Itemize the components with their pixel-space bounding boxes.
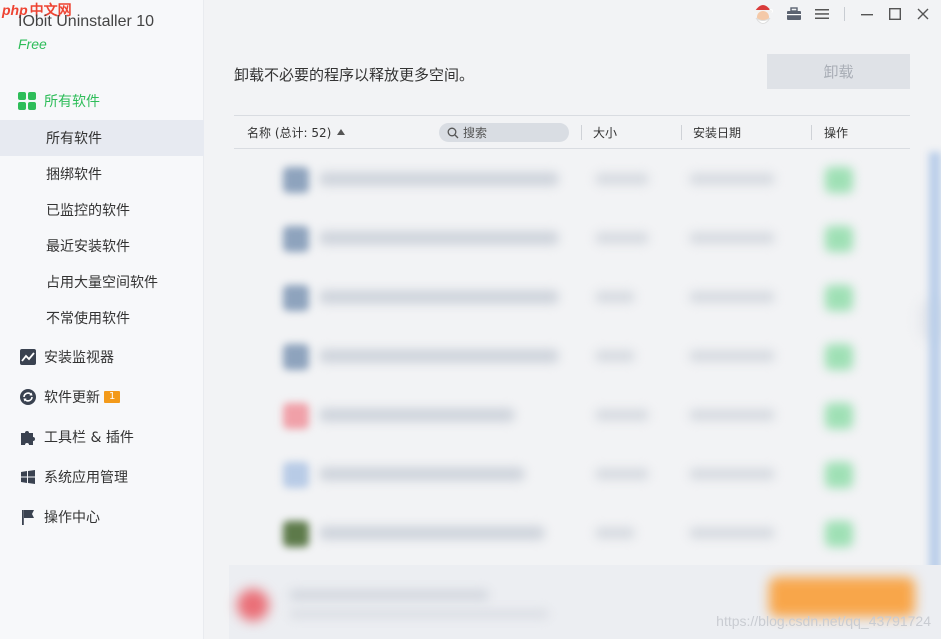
- promo-text-blurred: [289, 589, 489, 601]
- windows-logo-icon: [18, 467, 38, 487]
- sidebar: php 中文网 IObit Uninstaller 10 Free 所有软件 所…: [0, 0, 204, 639]
- refresh-icon: [18, 387, 38, 407]
- promo-subtext-blurred: [289, 609, 549, 619]
- promo-action-button[interactable]: [769, 577, 915, 617]
- column-action-header: 操作: [824, 125, 849, 140]
- program-icon: [283, 521, 309, 547]
- program-size-blurred: [595, 173, 649, 185]
- program-size-blurred: [595, 232, 649, 244]
- table-row[interactable]: [229, 388, 929, 447]
- maximize-icon[interactable]: [881, 2, 909, 26]
- program-date-blurred: [689, 173, 775, 185]
- sub-item-large-space[interactable]: 占用大量空间软件: [0, 264, 204, 300]
- sub-item-all-software[interactable]: 所有软件: [0, 120, 204, 156]
- nav-toolbars-plugins[interactable]: 工具栏 & 插件: [0, 423, 204, 451]
- program-icon: [283, 344, 309, 370]
- main-panel: 卸载不必要的程序以释放更多空间。 卸载 名称 (总计: 52) 大小 安装日期 …: [205, 0, 941, 639]
- uninstall-button[interactable]: 卸载: [767, 54, 910, 89]
- program-name-blurred: [319, 467, 525, 481]
- titlebar-divider: [844, 7, 845, 21]
- sub-item-bundled[interactable]: 捆绑软件: [0, 156, 204, 192]
- search-icon: [447, 127, 459, 138]
- program-date-blurred: [689, 232, 775, 244]
- uninstall-action-icon[interactable]: [825, 226, 853, 252]
- uninstall-action-icon[interactable]: [825, 462, 853, 488]
- program-size-blurred: [595, 527, 635, 539]
- nav-all-software[interactable]: 所有软件: [0, 88, 204, 114]
- program-date-blurred: [689, 468, 775, 480]
- minimize-icon[interactable]: [853, 2, 881, 26]
- program-date-blurred: [689, 291, 775, 303]
- search-box[interactable]: [439, 123, 569, 142]
- table-row[interactable]: [229, 270, 929, 329]
- column-date-header[interactable]: 安装日期: [693, 116, 741, 148]
- sub-item-rarely-used[interactable]: 不常使用软件: [0, 300, 204, 336]
- program-date-blurred: [689, 350, 775, 362]
- toolbox-icon[interactable]: [780, 2, 808, 26]
- table-row[interactable]: [229, 329, 929, 388]
- column-name-label: 名称 (总计: 52): [247, 125, 332, 140]
- uninstall-action-icon[interactable]: [825, 521, 853, 547]
- program-size-blurred: [595, 291, 635, 303]
- program-date-blurred: [689, 409, 775, 421]
- page-headline: 卸载不必要的程序以释放更多空间。: [234, 66, 475, 84]
- column-divider: [811, 125, 812, 140]
- program-name-blurred: [319, 526, 545, 540]
- program-name-blurred: [319, 290, 559, 304]
- uninstall-action-icon[interactable]: [825, 403, 853, 429]
- close-icon[interactable]: [909, 2, 937, 26]
- puzzle-icon: [18, 427, 38, 447]
- sub-item-monitored[interactable]: 已监控的软件: [0, 192, 204, 228]
- nav-action-center-label: 操作中心: [44, 510, 100, 526]
- column-divider: [681, 125, 682, 140]
- column-divider: [581, 125, 582, 140]
- program-icon: [283, 167, 309, 193]
- nav-system-apps-label: 系统应用管理: [44, 470, 128, 486]
- search-input[interactable]: [463, 125, 563, 140]
- program-size-blurred: [595, 409, 649, 421]
- program-size-blurred: [595, 468, 649, 480]
- nav-all-software-label: 所有软件: [44, 94, 100, 110]
- column-size-header[interactable]: 大小: [593, 116, 617, 148]
- menu-icon[interactable]: [808, 2, 836, 26]
- table-row[interactable]: [229, 152, 929, 211]
- update-count-badge: 1: [104, 391, 121, 403]
- column-name-header[interactable]: 名称 (总计: 52): [247, 116, 346, 148]
- nav-software-update-label: 软件更新: [44, 390, 100, 406]
- program-name-blurred: [319, 172, 559, 186]
- program-icon: [283, 403, 309, 429]
- program-size-blurred: [595, 350, 635, 362]
- table-row[interactable]: [229, 447, 929, 506]
- app-title: IObit Uninstaller 10: [18, 13, 155, 30]
- uninstall-action-icon[interactable]: [825, 344, 853, 370]
- watermark-url: https://blog.csdn.net/qq_43791724: [716, 613, 931, 629]
- uninstall-action-icon[interactable]: [825, 285, 853, 311]
- program-date-blurred: [689, 527, 775, 539]
- titlebar-controls: [746, 0, 941, 28]
- flag-icon: [18, 507, 38, 527]
- program-icon: [283, 226, 309, 252]
- table-row[interactable]: [229, 211, 929, 270]
- grid-icon: [18, 92, 36, 110]
- table-header: 名称 (总计: 52) 大小 安装日期 操作: [234, 115, 910, 149]
- program-name-blurred: [319, 231, 559, 245]
- program-name-blurred: [319, 408, 515, 422]
- program-name-blurred: [319, 349, 559, 363]
- nav-install-monitor[interactable]: 安装监视器: [0, 343, 204, 371]
- nav-toolbars-plugins-label: 工具栏 & 插件: [44, 430, 134, 446]
- monitor-chart-icon: [18, 347, 38, 367]
- sub-item-recently-installed[interactable]: 最近安装软件: [0, 228, 204, 264]
- table-row[interactable]: [229, 506, 929, 565]
- program-icon: [283, 285, 309, 311]
- uninstall-action-icon[interactable]: [825, 167, 853, 193]
- nav-install-monitor-label: 安装监视器: [44, 350, 114, 366]
- sort-ascending-icon: [337, 129, 346, 135]
- app-edition: Free: [18, 36, 47, 52]
- nav-action-center[interactable]: 操作中心: [0, 503, 204, 531]
- santa-avatar-icon[interactable]: [746, 2, 780, 26]
- nav-software-update[interactable]: 软件更新 1: [0, 383, 204, 411]
- nav-system-apps[interactable]: 系统应用管理: [0, 463, 204, 491]
- promo-icon: [237, 589, 269, 621]
- program-icon: [283, 462, 309, 488]
